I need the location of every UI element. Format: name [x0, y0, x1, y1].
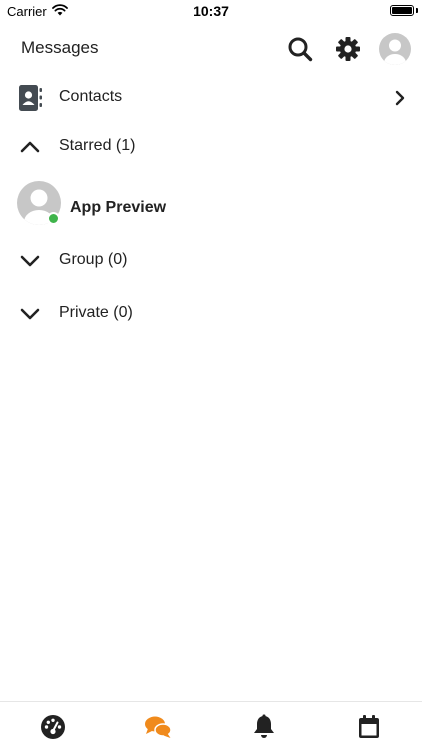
profile-avatar-button[interactable]	[378, 32, 412, 66]
starred-section-label: Starred (1)	[59, 137, 136, 154]
chevron-down-icon	[16, 247, 44, 275]
private-section-toggle[interactable]: Private (0)	[0, 292, 422, 336]
battery-icon	[390, 5, 414, 16]
contacts-book-icon	[16, 84, 44, 112]
chevron-right-icon	[390, 88, 410, 108]
gear-icon	[336, 37, 360, 61]
starred-section-toggle[interactable]: Starred (1)	[0, 125, 422, 169]
group-section-label: Group (0)	[59, 251, 128, 268]
tab-dashboard[interactable]	[38, 712, 68, 742]
chevron-up-icon	[16, 133, 44, 161]
contacts-row[interactable]: Contacts	[0, 76, 422, 120]
tab-calendar[interactable]	[354, 712, 384, 742]
battery-tip	[416, 8, 418, 13]
page-title: Messages	[21, 38, 99, 57]
group-section-toggle[interactable]: Group (0)	[0, 239, 422, 283]
calendar-icon	[359, 715, 379, 738]
tab-messages[interactable]	[143, 712, 173, 742]
chat-contact-name: App Preview	[70, 199, 167, 216]
dashboard-gauge-icon	[41, 715, 65, 739]
status-bar: Carrier 10:37	[0, 0, 422, 22]
settings-button[interactable]	[333, 34, 363, 64]
tab-bar	[0, 701, 422, 750]
chevron-down-icon	[16, 300, 44, 328]
clock: 10:37	[193, 3, 229, 19]
header: Messages	[0, 28, 422, 70]
private-section-label: Private (0)	[59, 304, 133, 321]
chat-bubbles-icon	[145, 716, 172, 738]
online-status-dot	[47, 212, 60, 225]
chat-list-item[interactable]: App Preview	[0, 178, 422, 234]
search-button[interactable]	[285, 34, 315, 64]
contacts-label: Contacts	[59, 88, 123, 105]
user-avatar-icon	[379, 33, 411, 65]
bell-icon	[254, 714, 274, 738]
search-icon	[288, 37, 313, 62]
tab-notifications[interactable]	[249, 712, 279, 742]
